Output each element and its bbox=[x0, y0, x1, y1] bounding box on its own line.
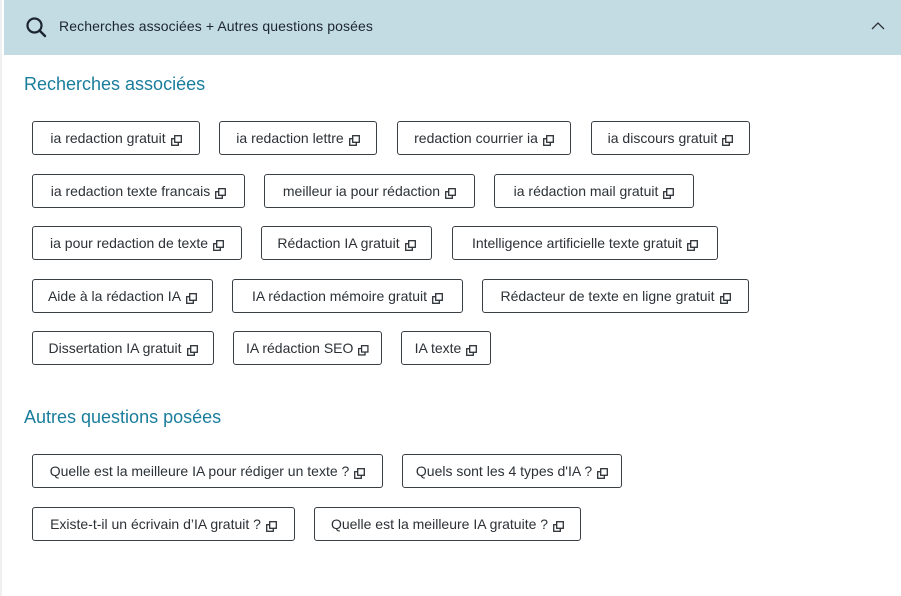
external-link-icon bbox=[186, 343, 198, 356]
related-search-chip[interactable]: ia pour redaction de texte bbox=[32, 226, 242, 260]
related-search-chip-label: ia discours gratuit bbox=[607, 130, 718, 146]
question-chip-label: Quelle est la meilleure IA gratuite ? bbox=[330, 516, 549, 532]
related-search-chip-label: ia pour redaction de texte bbox=[50, 235, 208, 251]
external-link-icon bbox=[348, 133, 360, 146]
external-link-icon bbox=[170, 133, 182, 146]
external-link-icon bbox=[542, 133, 554, 146]
related-search-chip[interactable]: IA rédaction mémoire gratuit bbox=[232, 279, 463, 313]
related-search-chip-label: Rédacteur de texte en ligne gratuit bbox=[500, 288, 715, 304]
external-link-icon bbox=[404, 238, 416, 251]
related-search-chip[interactable]: ia redaction lettre bbox=[219, 121, 377, 155]
related-search-chip[interactable]: Intelligence artificielle texte gratuit bbox=[452, 226, 718, 260]
external-link-icon bbox=[597, 466, 609, 479]
related-search-chip-label: IA rédaction mémoire gratuit bbox=[251, 288, 428, 304]
accordion-title: Recherches associées + Autres questions … bbox=[59, 18, 373, 34]
external-link-icon bbox=[213, 238, 224, 251]
related-search-chip[interactable]: ia discours gratuit bbox=[591, 121, 750, 155]
chevron-up-icon[interactable] bbox=[871, 21, 885, 31]
external-link-icon bbox=[466, 343, 478, 356]
panel: Recherches associées + Autres questions … bbox=[0, 0, 901, 596]
external-link-icon bbox=[358, 343, 369, 356]
question-chip[interactable]: Quels sont les 4 types d'IA ? bbox=[402, 454, 622, 488]
related-search-chip-label: IA texte bbox=[414, 340, 462, 356]
related-search-chip[interactable]: ia rédaction mail gratuit bbox=[494, 174, 694, 208]
question-chip[interactable]: Quelle est la meilleure IA gratuite ? bbox=[314, 507, 581, 541]
question-chip[interactable]: Quelle est la meilleure IA pour rédiger … bbox=[32, 454, 383, 488]
related-search-chip[interactable]: IA rédaction SEO bbox=[233, 331, 382, 365]
external-link-icon bbox=[215, 186, 227, 199]
related-search-chip[interactable]: Dissertation IA gratuit bbox=[32, 331, 214, 365]
related-search-chip[interactable]: meilleur ia pour rédaction bbox=[264, 174, 475, 208]
external-link-icon bbox=[432, 291, 443, 304]
external-link-icon bbox=[445, 186, 457, 199]
related-search-chip-label: redaction courrier ia bbox=[414, 130, 538, 146]
question-chip-label: Quelle est la meilleure IA pour rédiger … bbox=[49, 463, 350, 479]
related-search-chip-label: Rédaction IA gratuit bbox=[277, 235, 400, 251]
external-link-icon bbox=[186, 291, 197, 304]
related-search-chip-label: Aide à la rédaction IA bbox=[47, 288, 182, 304]
related-search-chip-label: meilleur ia pour rédaction bbox=[282, 183, 441, 199]
other-questions-title: Autres questions posées bbox=[24, 407, 222, 427]
accordion-header[interactable]: Recherches associées + Autres questions … bbox=[4, 0, 901, 55]
external-link-icon bbox=[354, 466, 366, 479]
related-search-chip[interactable]: Rédaction IA gratuit bbox=[261, 226, 432, 260]
external-link-icon bbox=[687, 238, 698, 251]
external-link-icon bbox=[553, 519, 565, 532]
external-link-icon bbox=[719, 291, 731, 304]
related-search-chip[interactable]: IA texte bbox=[401, 331, 491, 365]
related-search-chip-label: ia rédaction mail gratuit bbox=[513, 183, 659, 199]
related-search-chip-label: ia redaction gratuit bbox=[50, 130, 166, 146]
external-link-icon bbox=[663, 186, 675, 199]
related-search-chip[interactable]: ia redaction texte francais bbox=[32, 174, 245, 208]
external-link-icon bbox=[722, 133, 734, 146]
question-chip[interactable]: Existe-t-il un écrivain d’IA gratuit ? bbox=[32, 507, 295, 541]
external-link-icon bbox=[265, 519, 277, 532]
related-search-chip-label: Intelligence artificielle texte gratuit bbox=[471, 235, 683, 251]
related-search-chip-label: Dissertation IA gratuit bbox=[48, 340, 182, 356]
related-searches-title: Recherches associées bbox=[24, 74, 206, 94]
search-icon bbox=[26, 17, 47, 38]
related-search-chip[interactable]: redaction courrier ia bbox=[397, 121, 571, 155]
related-search-chip-label: IA rédaction SEO bbox=[246, 340, 354, 356]
related-search-chip[interactable]: Rédacteur de texte en ligne gratuit bbox=[482, 279, 749, 313]
related-search-chip-label: ia redaction lettre bbox=[236, 130, 344, 146]
question-chip-label: Existe-t-il un écrivain d’IA gratuit ? bbox=[50, 516, 261, 532]
related-search-chip-label: ia redaction texte francais bbox=[50, 183, 211, 199]
related-search-chip[interactable]: Aide à la rédaction IA bbox=[32, 279, 213, 313]
related-search-chip[interactable]: ia redaction gratuit bbox=[32, 121, 200, 155]
question-chip-label: Quels sont les 4 types d'IA ? bbox=[415, 463, 593, 479]
